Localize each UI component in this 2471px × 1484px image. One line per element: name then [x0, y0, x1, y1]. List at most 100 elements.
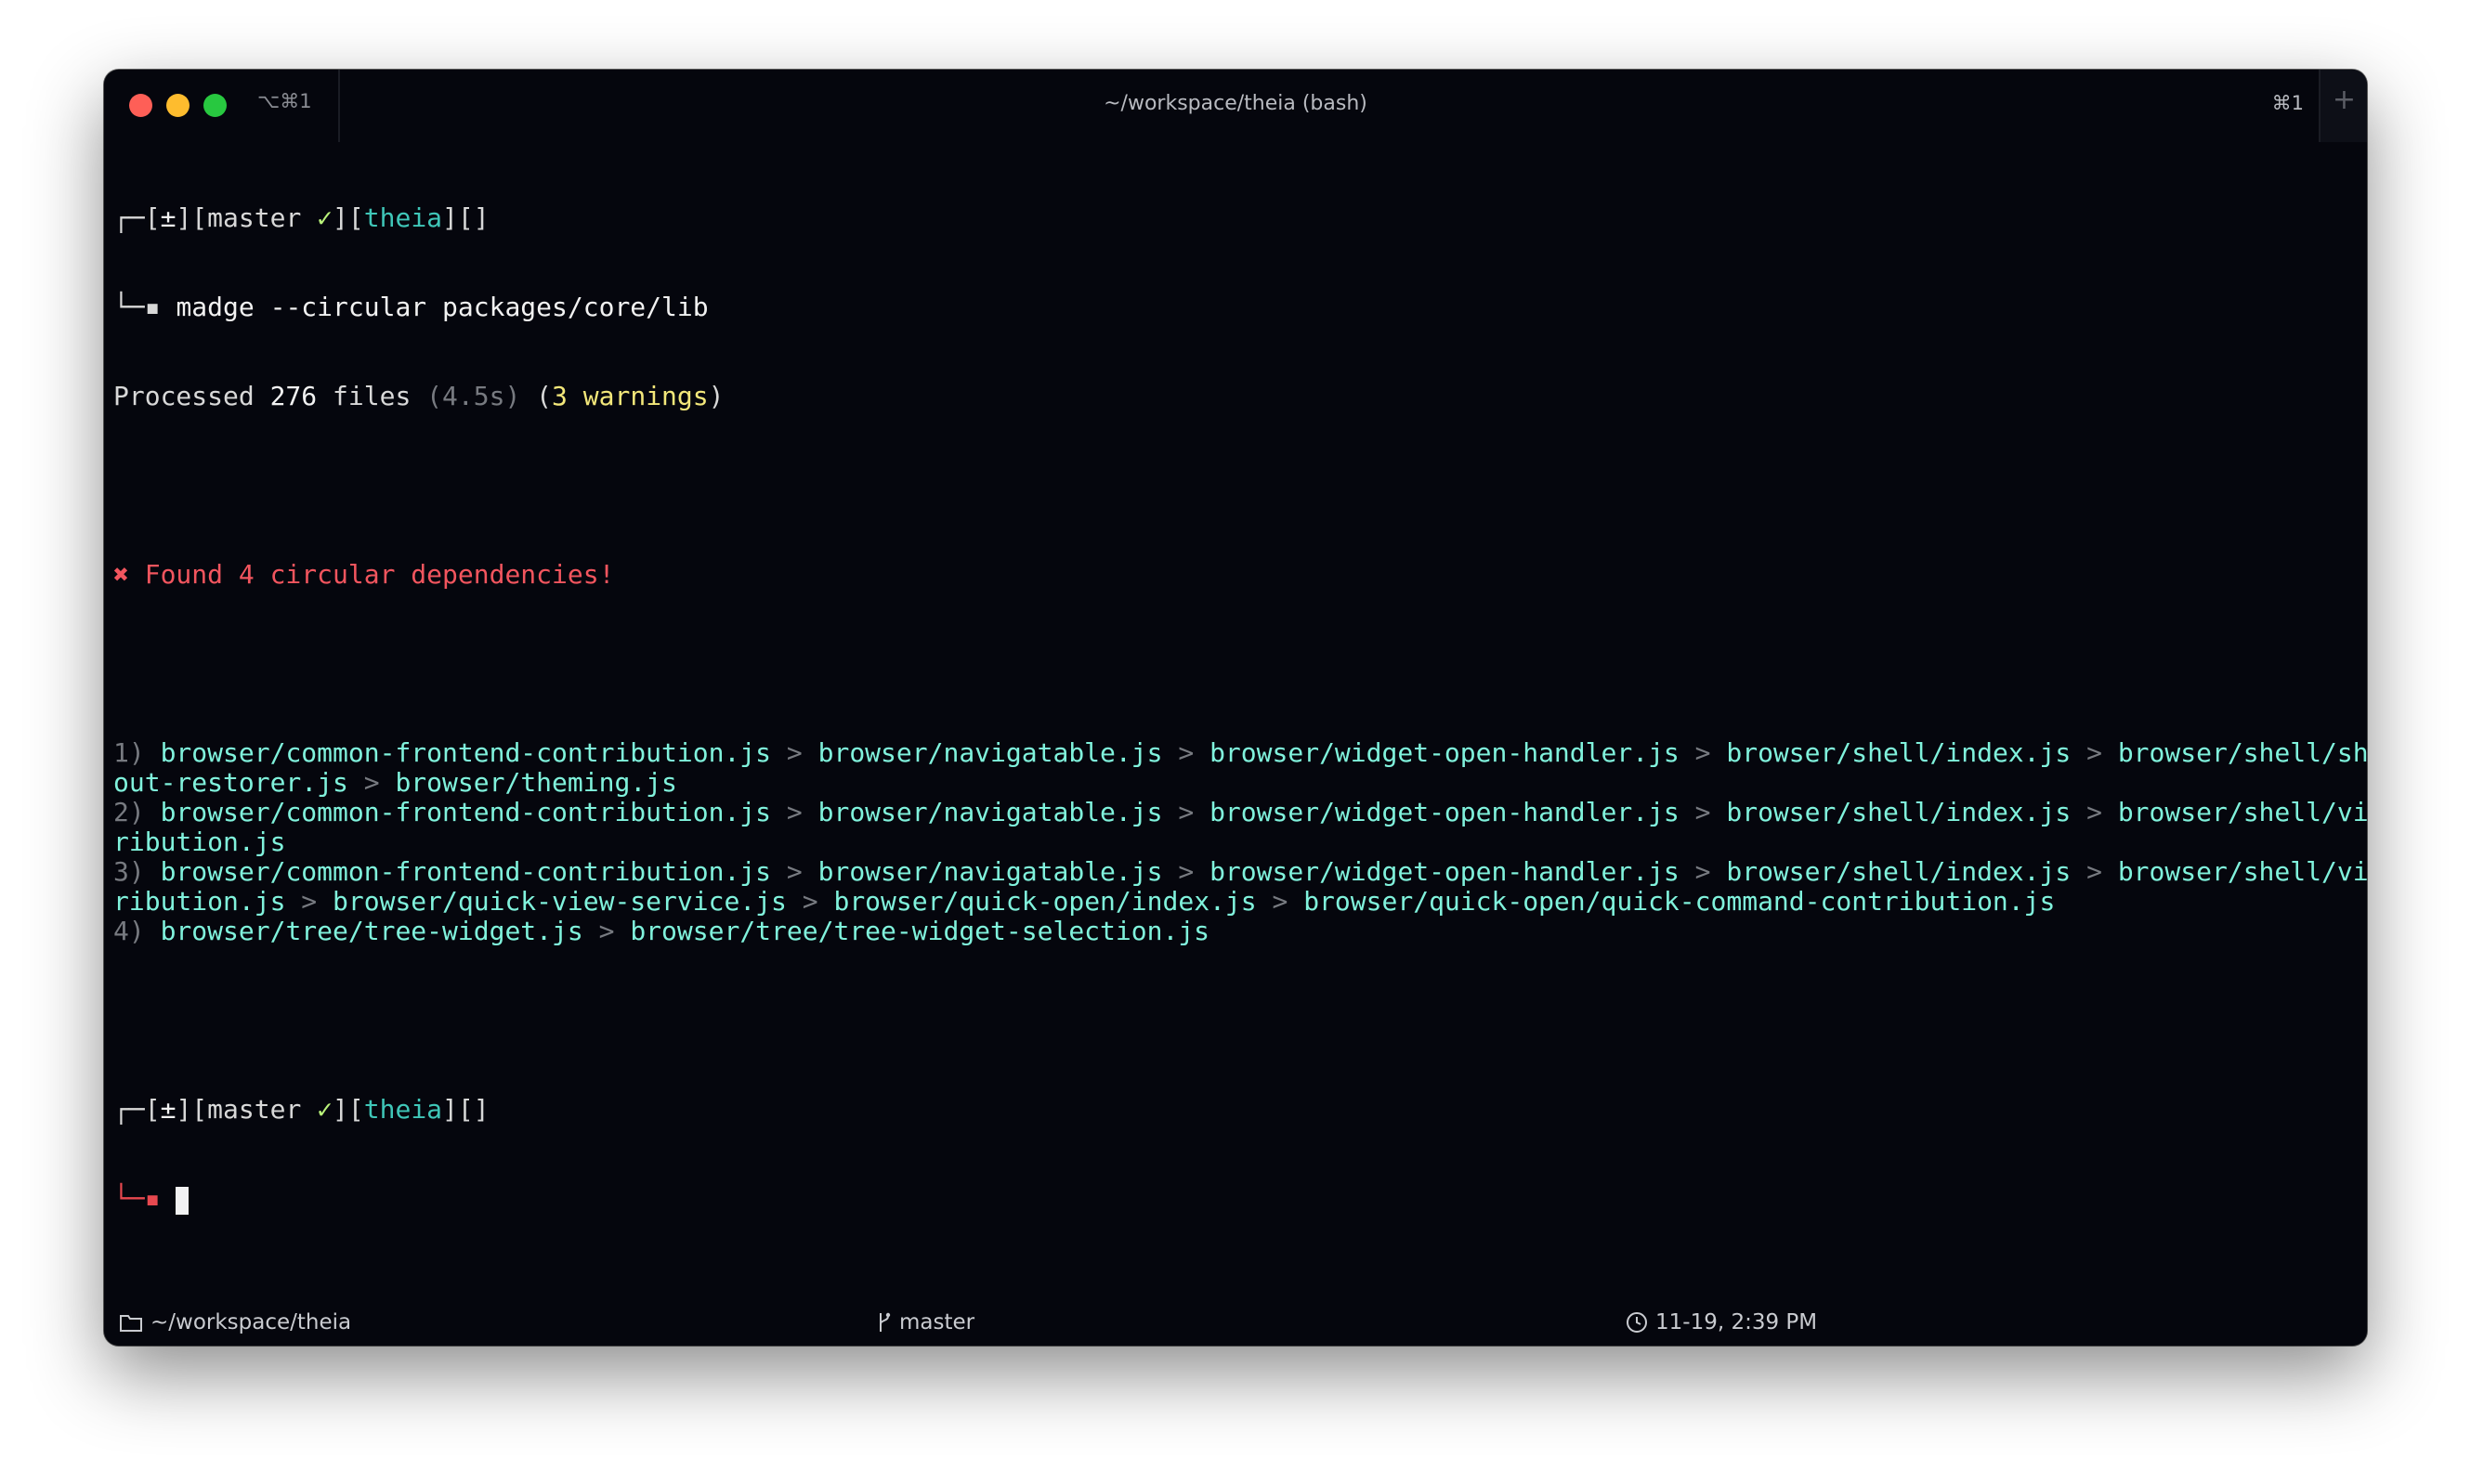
prompt-empty-brackets: []	[457, 202, 490, 233]
dependency-file: out-restorer.js	[113, 767, 348, 798]
prompt-branch: master	[207, 1094, 302, 1125]
dependency-line: out-restorer.js > browser/theming.js	[113, 768, 2361, 798]
paren: (	[520, 381, 553, 411]
prompt-repo: theia	[363, 202, 443, 233]
title-bar: ⌥⌘1 ~/workspace/theia (bash) ⌘1 +	[104, 70, 2367, 142]
paren: )	[708, 381, 725, 411]
warnings-count: 3 warnings	[552, 381, 709, 411]
bracket: ]	[442, 1094, 458, 1125]
prompt-square: ▪	[144, 1183, 161, 1214]
command-text: madge --circular packages/core/lib	[176, 292, 709, 322]
dependency-line: 4) browser/tree/tree-widget.js > browser…	[113, 917, 2361, 946]
folder-icon	[119, 1312, 143, 1333]
bracket: [	[144, 1094, 161, 1125]
dependency-file: browser/widget-open-handler.js	[1209, 797, 1680, 827]
dependency-separator: >	[1162, 797, 1210, 827]
dependency-file: browser/quick-open/quick-command-contrib…	[1303, 886, 2056, 917]
dependency-separator: >	[347, 767, 396, 798]
prompt-square: ▪	[144, 292, 161, 322]
dependency-separator: >	[285, 886, 333, 917]
dependency-separator: >	[1256, 886, 1304, 917]
dependency-line: 2) browser/common-frontend-contribution.…	[113, 797, 2367, 827]
dependency-file: browser/common-frontend-contribution.js	[160, 797, 772, 827]
dependency-file: browser/quick-view-service.js	[333, 886, 787, 917]
dependency-separator: >	[2071, 797, 2118, 827]
prompt-corner-bottom: └─	[113, 1183, 145, 1214]
bracket: [	[191, 202, 208, 233]
processed-line: Processed 276 files (4.5s) (3 warnings)	[113, 382, 2361, 411]
prompt-branch: master	[207, 202, 302, 233]
input-line[interactable]: └─▪	[113, 1183, 2361, 1215]
dependency-file: browser/common-frontend-contribution.js	[160, 856, 772, 887]
prompt-corner-top: ┌─	[113, 1094, 145, 1125]
status-path[interactable]: ~/workspace/theia	[119, 1310, 351, 1334]
dependency-number: 2)	[113, 797, 161, 827]
terminal-output[interactable]: ┌─[±][master ✓][theia][] └─▪ madge --cir…	[113, 144, 2367, 1273]
status-time: 11-19, 2:39 PM	[1626, 1310, 1817, 1334]
git-branch-icon	[877, 1311, 892, 1334]
dependency-number: 3)	[113, 856, 161, 887]
dependency-file: browser/navigatable.js	[817, 737, 1163, 768]
status-path-text: ~/workspace/theia	[150, 1310, 352, 1334]
prompt-corner-top: ┌─	[113, 202, 145, 233]
clock-icon	[1626, 1311, 1648, 1334]
dependency-number: 1)	[113, 737, 161, 768]
bracket: ]	[333, 202, 348, 233]
dependency-file: browser/navigatable.js	[817, 797, 1163, 827]
processed-time: (4.5s)	[426, 381, 521, 411]
bracket: [	[347, 202, 364, 233]
dependency-separator: >	[1162, 856, 1210, 887]
clean-check-icon: ✓	[317, 202, 333, 233]
dependency-separator: >	[1679, 856, 1727, 887]
dependency-file: ribution.js	[113, 886, 286, 917]
status-branch[interactable]: master	[877, 1310, 974, 1334]
dirty-indicator: ±	[160, 202, 176, 233]
bracket: [	[347, 1094, 364, 1125]
error-x-icon: ✖	[113, 559, 129, 590]
dependency-separator: >	[582, 916, 631, 946]
found-line: ✖ Found 4 circular dependencies!	[113, 560, 2361, 590]
dependency-separator: >	[1679, 797, 1727, 827]
status-branch-text: master	[899, 1310, 975, 1334]
dependency-file: browser/widget-open-handler.js	[1209, 856, 1680, 887]
prompt-empty-brackets: []	[457, 1094, 490, 1125]
text-cursor	[176, 1187, 190, 1215]
dependency-line: ribution.js > browser/quick-view-service…	[113, 887, 2361, 917]
new-tab-area[interactable]: +	[2319, 70, 2367, 142]
dependency-list: 1) browser/common-frontend-contribution.…	[113, 737, 2367, 946]
dependency-file: browser/tree/tree-widget.js	[160, 916, 583, 946]
dependency-number: 4)	[113, 916, 161, 946]
dependency-file: browser/quick-open/index.js	[833, 886, 1257, 917]
new-tab-plus-icon[interactable]: +	[2333, 86, 2356, 114]
bracket: ]	[176, 1094, 192, 1125]
dependency-separator: >	[771, 856, 818, 887]
dependency-file: browser/shell/view-cont	[2117, 797, 2367, 827]
command-line: └─▪ madge --circular packages/core/lib	[113, 293, 2361, 322]
bracket: ]	[333, 1094, 348, 1125]
dependency-file: browser/common-frontend-contribution.js	[160, 737, 772, 768]
dependency-file: browser/navigatable.js	[817, 856, 1163, 887]
bracket: ]	[442, 202, 458, 233]
bracket: [	[191, 1094, 208, 1125]
dependency-separator: >	[2071, 856, 2118, 887]
prompt-line-2: ┌─[±][master ✓][theia][]	[113, 1095, 2361, 1125]
window-title: ~/workspace/theia (bash)	[1104, 92, 1367, 115]
tab-cmd-hint: ⌘1	[2271, 92, 2304, 114]
terminal-window: ⌥⌘1 ~/workspace/theia (bash) ⌘1 + ┌─[±][…	[104, 70, 2367, 1346]
dependency-line: 3) browser/common-frontend-contribution.…	[113, 856, 2367, 887]
dependency-file: browser/shell/index.js	[1726, 856, 2072, 887]
status-time-text: 11-19, 2:39 PM	[1655, 1310, 1818, 1334]
prompt-corner-bottom: └─	[113, 292, 145, 322]
dependency-separator: >	[771, 737, 818, 768]
prompt-line-1: ┌─[±][master ✓][theia][]	[113, 203, 2361, 233]
dependency-line: 1) browser/common-frontend-contribution.…	[113, 737, 2367, 768]
bracket: [	[144, 202, 161, 233]
found-text: Found 4 circular dependencies!	[128, 559, 615, 590]
dependency-file: browser/shell/index.js	[1726, 737, 2072, 768]
dependency-file: browser/theming.js	[395, 767, 677, 798]
dependency-file: browser/shell/view-cont	[2117, 856, 2367, 887]
dependency-line: ribution.js	[113, 827, 2361, 857]
